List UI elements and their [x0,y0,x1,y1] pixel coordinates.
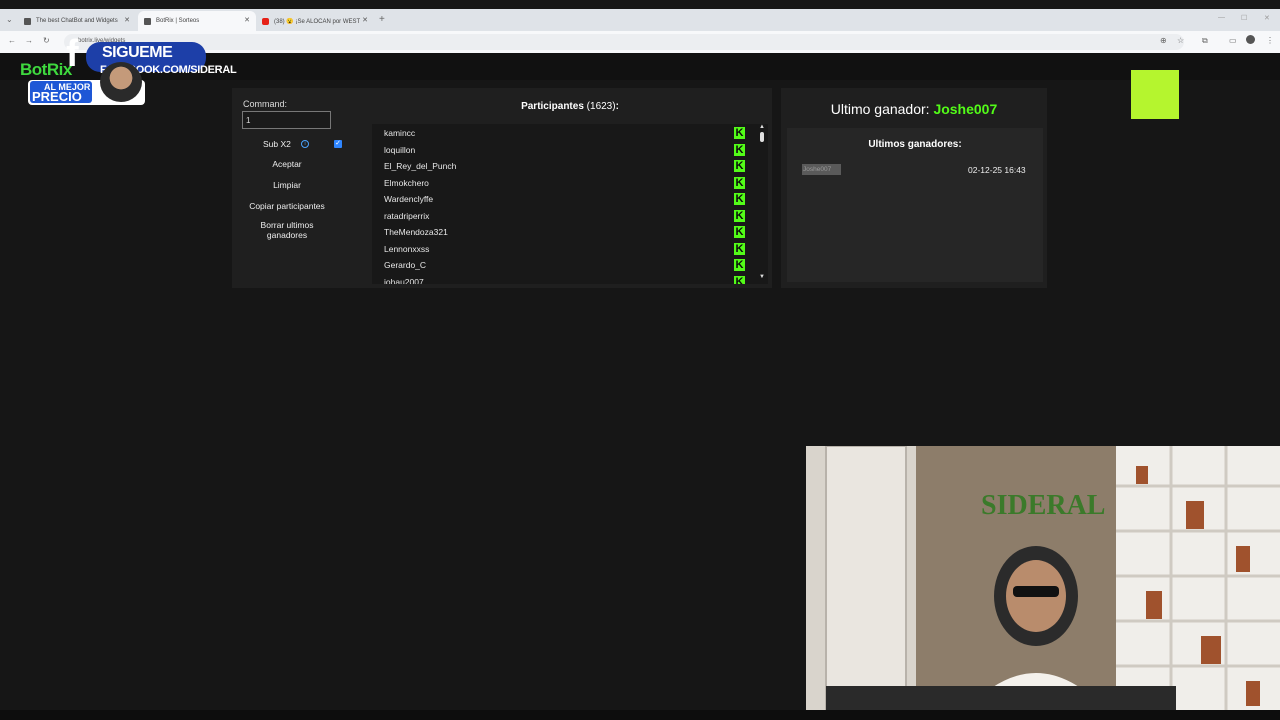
maximize-icon[interactable]: ☐ [1241,14,1247,22]
close-tab-icon[interactable]: ✕ [244,16,250,24]
tab-title: BotRix | Sorteos [156,18,200,24]
participants-label: Participantes [521,101,584,112]
kick-icon: K [734,226,745,238]
favicon-icon [24,17,31,25]
tab-botrix-sorteos[interactable]: BotRix | Sorteos ✕ [138,11,256,31]
precio-text: PRECIO [32,89,82,104]
recent-winner-date: 02-12-25 16:43 [968,165,1026,175]
kick-icon: K [734,127,745,139]
participants-count: (1623) [586,101,616,112]
tab-title: The best ChatBot and Widgets [36,18,118,24]
star-icon[interactable]: ☆ [1177,36,1184,45]
participant-name: El_Rey_del_Punch [384,161,457,171]
last-winner-name: Joshe007 [933,101,998,117]
kick-icon: K [734,144,745,156]
kick-icon: K [734,160,745,172]
botrix-logo: BotRix [20,60,72,79]
command-label: Command: [243,99,288,109]
zoom-icon[interactable]: ⊕ [1160,36,1167,45]
last-winner-label: Ultimo ganador: [830,101,930,117]
kick-icon: K [734,243,745,255]
recent-winner-name: Joshe007 [802,164,841,175]
tab-search-icon[interactable]: ⌄ [6,15,13,24]
back-icon[interactable]: ← [8,36,16,45]
participants-suffix: : [615,101,619,112]
participant-name: ratadriperrix [384,211,430,221]
delete-winners-label-line2: ganadores [266,230,308,240]
reload-icon[interactable]: ↻ [43,36,50,45]
participants-list[interactable]: kamincc K loquillon K El_Rey_del_Punch K… [372,124,768,284]
sub-x2-checkbox[interactable]: ✓ [334,140,342,148]
youtube-favicon-icon [262,17,269,25]
kick-icon: K [734,210,745,222]
delete-winners-button[interactable]: Borrar ultimos ganadores [243,220,331,240]
scrollbar-thumb[interactable] [760,132,764,142]
close-window-icon[interactable]: ✕ [1264,14,1270,22]
participant-name: loquillon [384,145,416,155]
participant-name: kamincc [384,128,416,138]
close-tab-icon[interactable]: ✕ [124,16,130,24]
clear-button[interactable]: Limpiar [243,180,331,190]
recent-winners-title: Ultimos ganadores: [868,139,962,150]
favicon-icon [144,17,151,25]
profile-icon[interactable] [1246,35,1255,44]
participant-name: Elmokchero [384,178,429,188]
webcam-scene: SIDERAL [806,446,1280,710]
sub-x2-label: Sub X2 [263,139,291,149]
neon-sign: SIDERAL [981,490,1105,521]
participant-name: Lennonxxss [384,244,430,254]
bottom-strip [0,710,1280,720]
new-tab-icon[interactable]: + [379,14,385,25]
close-tab-icon[interactable]: ✕ [362,16,368,24]
recent-winners-box [787,128,1043,282]
copy-participants-button[interactable]: Copiar participantes [243,201,331,211]
extensions-icon[interactable]: ⧉ [1202,36,1208,46]
participant-name: TheMendoza321 [384,227,448,237]
kick-icon: K [734,259,745,271]
info-icon[interactable]: i [301,140,309,148]
green-square [1131,70,1179,119]
participant-name: Gerardo_C [384,260,427,270]
last-winner-heading: Ultimo ganador: Joshe007 [781,101,1047,117]
kick-icon: K [734,276,745,284]
tab-title: (38) 😮 ¡Se ALOCAN por WEST [274,18,361,25]
kick-icon: K [734,193,745,205]
participants-title: Participantes (1623): [500,101,640,112]
kick-icon: K [734,177,745,189]
participant-name: Wardenclyffe [384,194,434,204]
tab-chatbot[interactable]: The best ChatBot and Widgets ✕ [18,11,136,31]
scroll-up-icon[interactable]: ▲ [759,124,765,130]
avatar [100,62,142,102]
webcam-feed: SIDERAL [806,446,1280,710]
command-input[interactable] [242,111,331,129]
address-bar[interactable]: botrix.live/widgets [64,34,1184,50]
sigueme-text: SIGUEME [102,44,173,61]
delete-winners-label-line1: Borrar ultimos [260,220,314,230]
minimize-icon[interactable]: — [1218,14,1225,21]
cast-icon[interactable]: ▭ [1229,36,1237,45]
menu-icon[interactable]: ⋮ [1266,36,1274,45]
participant-name: johau2007 [384,277,424,284]
forward-icon[interactable]: → [25,36,33,45]
accept-button[interactable]: Aceptar [243,159,331,169]
scroll-down-icon[interactable]: ▼ [759,274,765,280]
tab-youtube[interactable]: (38) 😮 ¡Se ALOCAN por WEST ✕ [256,11,374,31]
